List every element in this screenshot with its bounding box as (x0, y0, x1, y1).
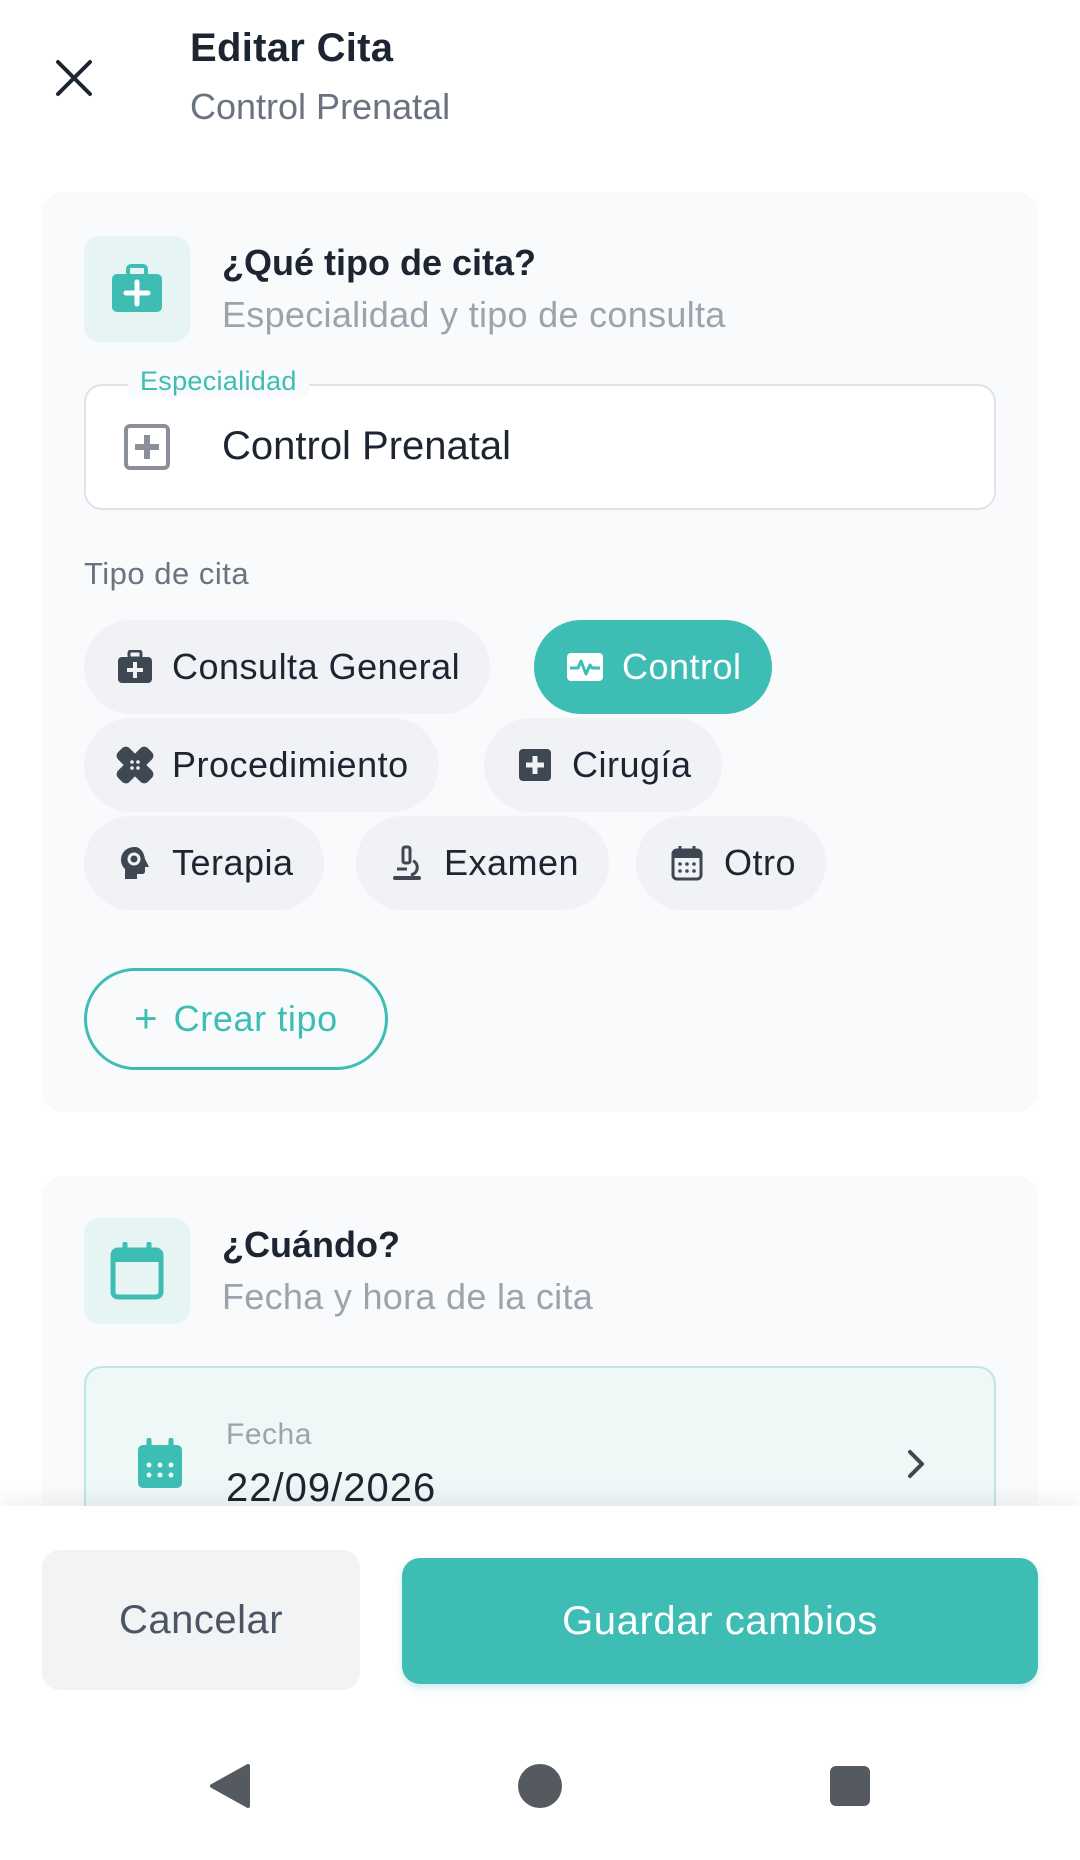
chip-terapia[interactable]: Terapia (84, 816, 324, 910)
calendar-grid-icon (138, 1438, 182, 1488)
section-subtitle: Especialidad y tipo de consulta (222, 294, 726, 335)
calendar-icon (110, 1242, 164, 1300)
specialty-field-label: Especialidad (128, 366, 309, 397)
head-gear-icon (116, 844, 154, 882)
appointment-type-label: Tipo de cita (84, 556, 250, 591)
chip-control[interactable]: Control (534, 620, 772, 714)
medical-plus-square-icon (124, 424, 170, 470)
close-icon (56, 60, 92, 96)
section-icon-container (84, 236, 190, 342)
section-subtitle: Fecha y hora de la cita (222, 1276, 594, 1317)
chip-examen[interactable]: Examen (356, 816, 610, 910)
section-icon-container (84, 1218, 190, 1324)
date-field-label: Fecha (226, 1418, 312, 1451)
date-field[interactable]: Fecha 22/09/2026 (84, 1366, 996, 1516)
bottom-action-bar: Cancelar Guardar cambios (0, 1506, 1080, 1706)
back-triangle-icon (210, 1764, 250, 1808)
chip-label: Procedimiento (172, 744, 409, 785)
chip-cirugia[interactable]: Cirugía (484, 718, 722, 812)
save-changes-button[interactable]: Guardar cambios (402, 1558, 1038, 1684)
chip-label: Terapia (172, 842, 294, 883)
chip-label: Examen (444, 842, 580, 883)
chip-label: Control (622, 646, 742, 687)
specialty-field-value: Control Prenatal (222, 424, 512, 468)
page-title: Editar Cita (190, 26, 394, 70)
specialty-field[interactable]: Especialidad Control Prenatal (84, 366, 996, 510)
save-button-label: Guardar cambios (562, 1598, 878, 1643)
plus-icon: + (134, 997, 158, 1041)
recents-square-icon (830, 1766, 870, 1806)
appointment-when-card: ¿Cuándo? Fecha y hora de la cita Fecha 2… (42, 1176, 1038, 1516)
section-title: ¿Qué tipo de cita? (222, 242, 537, 283)
date-field-value: 22/09/2026 (226, 1466, 437, 1510)
chip-procedimiento[interactable]: Procedimiento (84, 718, 439, 812)
chip-consulta-general[interactable]: Consulta General (84, 620, 491, 714)
microscope-icon (388, 844, 426, 882)
chip-label: Otro (724, 842, 797, 883)
app-header: Editar Cita Control Prenatal (0, 0, 1080, 150)
create-type-label: Crear tipo (173, 998, 338, 1039)
create-type-button[interactable]: + Crear tipo (84, 968, 388, 1070)
medical-briefcase-icon (112, 264, 162, 312)
page-subtitle: Control Prenatal (190, 86, 451, 127)
cancel-button[interactable]: Cancelar (42, 1550, 360, 1690)
chip-label: Consulta General (172, 646, 461, 687)
cancel-button-label: Cancelar (118, 1597, 284, 1642)
nav-recents-button[interactable] (810, 1746, 890, 1826)
home-circle-icon (518, 1764, 562, 1808)
heart-monitor-icon (566, 648, 604, 686)
medical-plus-square-icon (516, 746, 554, 784)
nav-home-button[interactable] (500, 1746, 580, 1826)
close-button[interactable] (42, 46, 106, 110)
calendar-icon (668, 844, 706, 882)
section-title: ¿Cuándo? (222, 1224, 400, 1265)
nav-back-button[interactable] (190, 1746, 270, 1826)
system-navigation-bar (0, 1706, 1080, 1860)
chevron-right-icon (908, 1450, 924, 1478)
appointment-type-card: ¿Qué tipo de cita? Especialidad y tipo d… (42, 192, 1038, 1112)
chip-label: Cirugía (572, 744, 692, 785)
bandage-icon (116, 746, 154, 784)
chip-otro[interactable]: Otro (636, 816, 827, 910)
medical-briefcase-icon (116, 648, 154, 686)
